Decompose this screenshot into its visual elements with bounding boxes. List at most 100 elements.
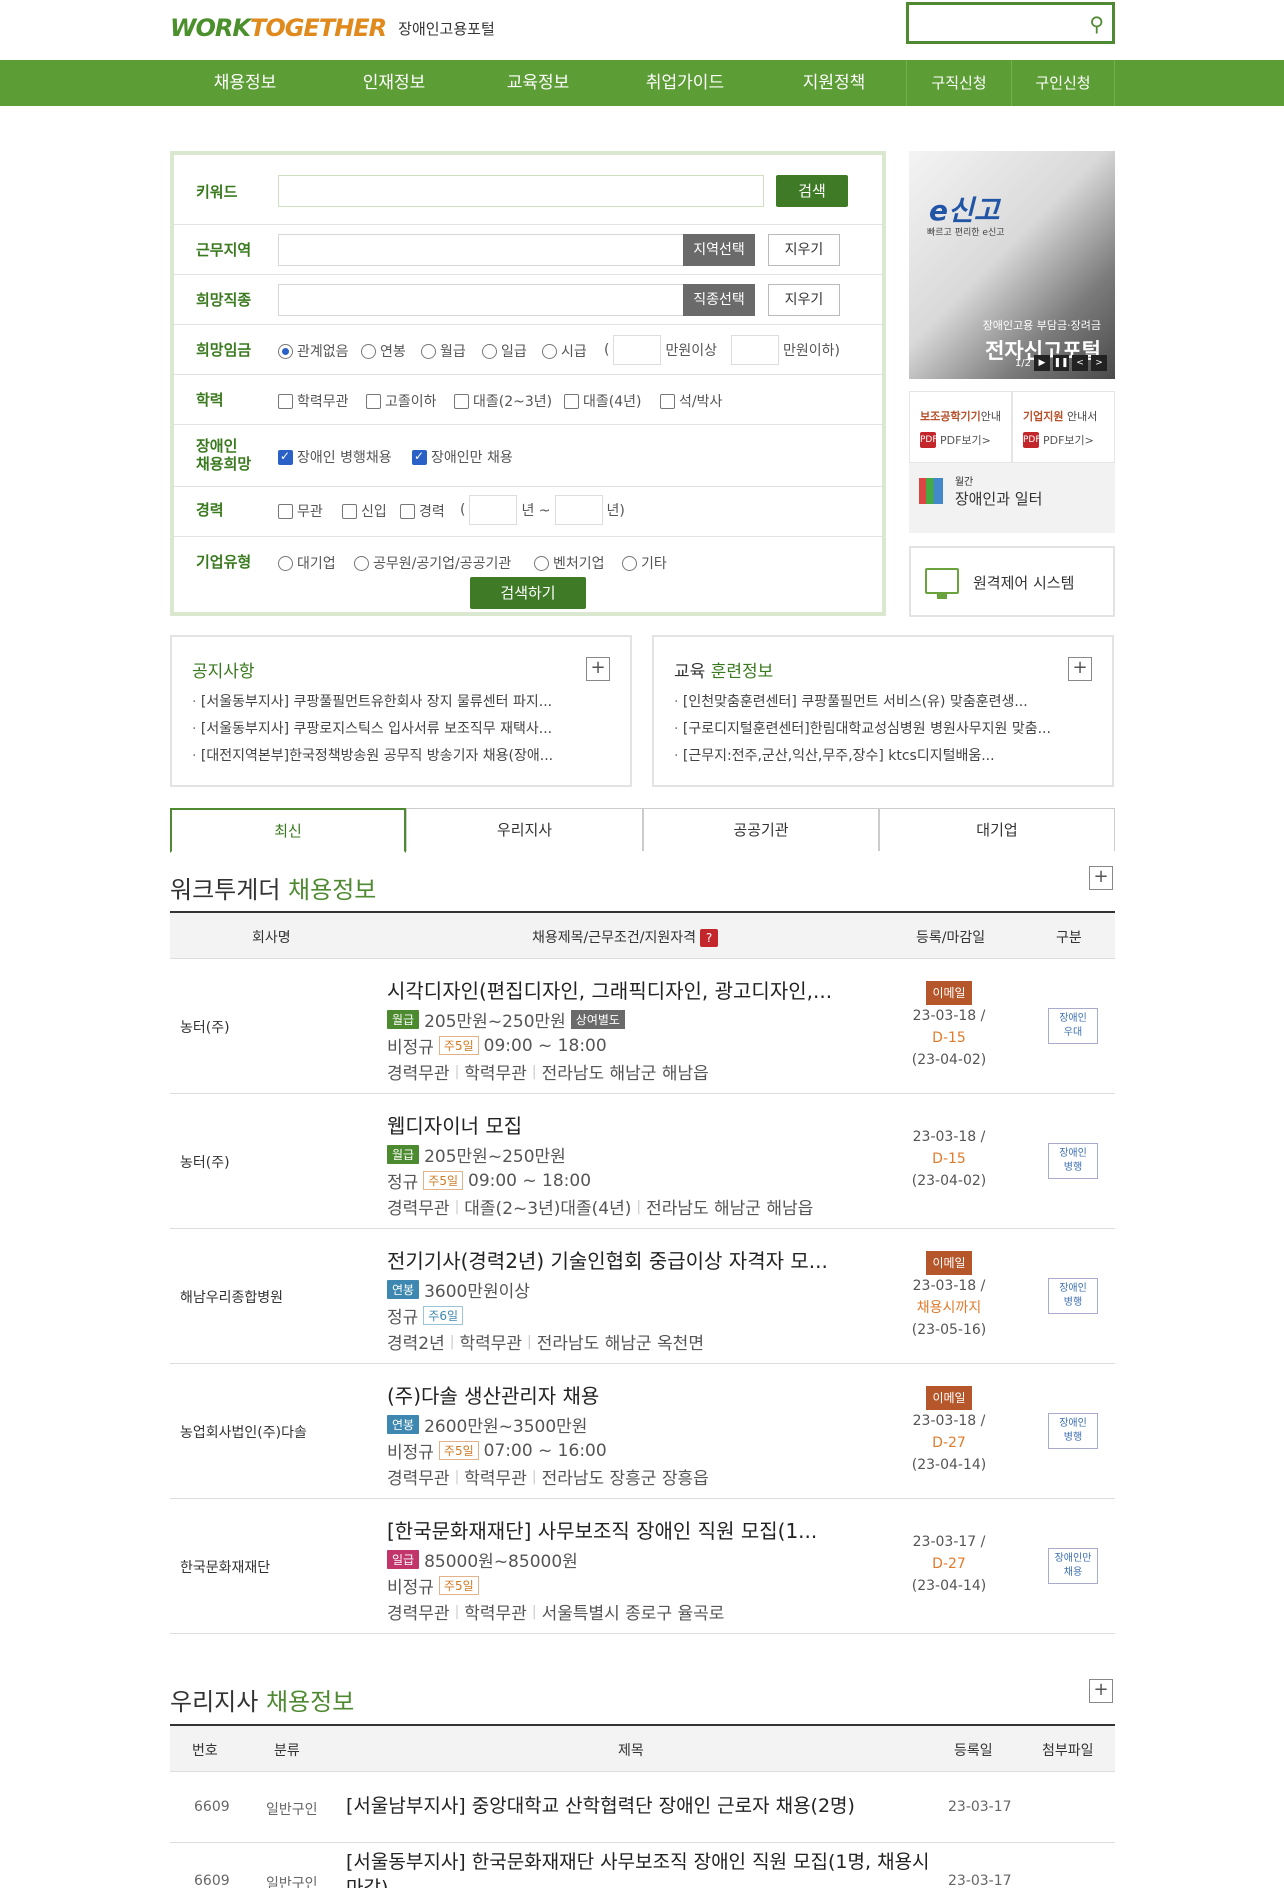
- job-company[interactable]: 한국문화재재단: [180, 1557, 270, 1577]
- job-title[interactable]: [한국문화재재단] 사무보조직 장애인 직원 모집(1...: [387, 1515, 817, 1544]
- job-type-input[interactable]: [278, 284, 686, 316]
- assistive-device-guide[interactable]: 보조공학기기안내 PDF PDF보기>: [909, 391, 1012, 463]
- nav-item-apply-hire[interactable]: 구인신청: [1012, 60, 1114, 106]
- job-company[interactable]: 해남우리종합병원: [180, 1287, 283, 1307]
- region-input[interactable]: [278, 234, 686, 266]
- next-icon[interactable]: >: [1091, 355, 1107, 371]
- prev-icon[interactable]: <: [1072, 355, 1088, 371]
- nav-item-guide[interactable]: 취업가이드: [608, 60, 762, 106]
- company-option-public[interactable]: 공무원/공기업/공공기관: [354, 553, 511, 573]
- career-option-any[interactable]: 무관: [278, 501, 323, 521]
- checkbox-icon: [366, 393, 381, 409]
- row-title[interactable]: [서울동부지사] 한국문화재재단 사무보조직 장애인 직원 모집(1명, 채용시…: [346, 1849, 946, 1888]
- job-company[interactable]: 농터(주): [180, 1017, 230, 1037]
- list-item[interactable]: [인천맞춤훈련센터] 쿠팡풀필먼트 서비스(유) 맞춤훈련생...: [674, 689, 1051, 716]
- plus-icon[interactable]: +: [1068, 657, 1092, 681]
- pdf-icon: PDF: [920, 432, 938, 448]
- edu-option-college[interactable]: 대졸(2~3년): [454, 391, 552, 411]
- site-search-input[interactable]: ⚲: [906, 2, 1115, 44]
- nav-item-apply-job[interactable]: 구직신청: [907, 60, 1011, 106]
- job-row[interactable]: 해남우리종합병원 전기기사(경력2년) 기술인협회 중급이상 자격자 모... 연봉…: [170, 1229, 1115, 1364]
- region-clear-button[interactable]: 지우기: [768, 234, 840, 266]
- play-icon[interactable]: ▶: [1034, 355, 1050, 371]
- job-title[interactable]: 웹디자이너 모집: [387, 1110, 522, 1139]
- disabled-option-parallel[interactable]: 장애인 병행채용: [278, 447, 392, 467]
- wage-option-monthly[interactable]: 월급: [421, 341, 466, 361]
- list-item[interactable]: [서울동부지사] 쿠팡풀필먼트유한회사 장지 물류센터 파지...: [192, 689, 553, 716]
- remote-control-banner[interactable]: 원격제어 시스템: [909, 546, 1115, 617]
- job-type-clear-button[interactable]: 지우기: [768, 284, 840, 316]
- work-days-badge: 주5일: [438, 1576, 479, 1595]
- tab-large-company[interactable]: 대기업: [879, 808, 1115, 851]
- wage-option-hourly[interactable]: 시급: [542, 341, 587, 361]
- job-type-select-button[interactable]: 직종선택: [683, 284, 755, 316]
- wage-min-input[interactable]: [613, 335, 662, 365]
- list-item[interactable]: [구로디지털훈련센터]한림대학교성심병원 병원사무지원 맞춤...: [674, 716, 1051, 743]
- job-title[interactable]: (주)다솔 생산관리자 채용: [387, 1380, 599, 1409]
- wage-option-daily[interactable]: 일급: [482, 341, 527, 361]
- job-row[interactable]: 농업회사법인(주)다솔 (주)다솔 생산관리자 채용 연봉 2600만원~3500만원…: [170, 1364, 1115, 1499]
- keyword-input[interactable]: [278, 175, 764, 207]
- esingo-banner[interactable]: e신고 빠르고 편리한 e신고 장애인고용 부담금·장려금 전자신고포털 1/2…: [909, 151, 1115, 379]
- submit-search-button[interactable]: 검색하기: [470, 577, 586, 609]
- company-option-large[interactable]: 대기업: [278, 553, 336, 573]
- plus-icon[interactable]: +: [1089, 866, 1113, 890]
- company-option-venture[interactable]: 벤처기업: [534, 553, 605, 573]
- job-row[interactable]: 농터(주) 웹디자이너 모집 월급 205만원~250만원 정규 주5일 09:00 ~ 1…: [170, 1094, 1115, 1229]
- job-title[interactable]: 시각디자인(편집디자인, 그래픽디자인, 광고디자인,...: [387, 975, 832, 1004]
- job-search-form: 키워드 검색 근무지역 지역선택 지우기 희망직종 직종선택 지우기 희망임금 …: [170, 151, 886, 616]
- company-support-guide[interactable]: 기업지원 안내서 PDF PDF보기>: [1012, 391, 1115, 463]
- keyword-search-button[interactable]: 검색: [776, 175, 848, 207]
- site-logo[interactable]: WORKTOGETHER 장애인고용포털: [170, 6, 495, 50]
- job-row[interactable]: 농터(주) 시각디자인(편집디자인, 그래픽디자인, 광고디자인,... 월급 205…: [170, 959, 1115, 1094]
- career-min-input[interactable]: [469, 495, 518, 525]
- nav-item-policy[interactable]: 지원정책: [762, 60, 906, 106]
- region-select-button[interactable]: 지역선택: [683, 234, 755, 266]
- plus-icon[interactable]: +: [1089, 1679, 1113, 1703]
- pdf-guides-banner: 보조공학기기안내 PDF PDF보기> 기업지원 안내서 PDF PDF보기> 월간…: [909, 391, 1115, 533]
- job-deadline: (23-04-14): [911, 1457, 987, 1473]
- tab-latest[interactable]: 최신: [170, 808, 406, 853]
- list-item[interactable]: [대전지역본부]한국정책방송원 공무직 방송기자 채용(장애...: [192, 743, 553, 770]
- job-qualification-line: 경력무관 | 학력무관 | 서울특별시 종로구 율곡로: [387, 1599, 724, 1625]
- monthly-magazine-link[interactable]: 월간 장애인과 일터: [919, 473, 1042, 508]
- nav-item-jobs[interactable]: 채용정보: [170, 60, 320, 106]
- employment-type: 비정규: [387, 1038, 434, 1058]
- job-company[interactable]: 농업회사법인(주)다솔: [180, 1422, 307, 1442]
- edu-option-graduate[interactable]: 석/박사: [660, 391, 722, 411]
- list-item[interactable]: [서울동부지사] 쿠팡로지스틱스 입사서류 보조직무 재택사...: [192, 716, 553, 743]
- career-max-input[interactable]: [554, 495, 603, 525]
- nav-item-talent[interactable]: 인재정보: [320, 60, 468, 106]
- table-row[interactable]: 6609 일반구인 [서울동부지사] 한국문화재재단 사무보조직 장애인 직원 …: [170, 1843, 1115, 1888]
- job-company[interactable]: 농터(주): [180, 1152, 230, 1172]
- disabled-option-only[interactable]: 장애인만 채용: [412, 447, 513, 467]
- wage-option-any[interactable]: 관계없음: [278, 341, 349, 361]
- search-icon[interactable]: ⚲: [1089, 12, 1104, 36]
- help-icon[interactable]: ?: [700, 929, 718, 947]
- wage-option-annual[interactable]: 연봉: [361, 341, 406, 361]
- edu-option-university[interactable]: 대졸(4년): [564, 391, 641, 411]
- edu-option-highschool[interactable]: 고졸이하: [366, 391, 437, 411]
- row-title[interactable]: [서울남부지사] 중앙대학교 산학협력단 장애인 근로자 채용(2명): [346, 1793, 946, 1819]
- career-option-new[interactable]: 신입: [342, 501, 387, 521]
- wage-max-input[interactable]: [731, 335, 779, 365]
- job-education: 학력무관: [464, 1469, 527, 1489]
- tab-public[interactable]: 공공기관: [643, 808, 879, 851]
- edu-option-any[interactable]: 학력무관: [278, 391, 349, 411]
- nav-item-education[interactable]: 교육정보: [468, 60, 608, 106]
- pay-type-badge: 연봉: [387, 1415, 420, 1434]
- pause-icon[interactable]: ❚❚: [1053, 355, 1069, 371]
- wage-label: 희망임금: [196, 341, 252, 359]
- job-title[interactable]: 전기기사(경력2년) 기술인협회 중급이상 자격자 모...: [387, 1245, 828, 1274]
- tab-branch[interactable]: 우리지사: [406, 808, 643, 851]
- remote-control-label: 원격제어 시스템: [973, 574, 1075, 592]
- plus-icon[interactable]: +: [586, 657, 610, 681]
- notice-box: 공지사항 + [서울동부지사] 쿠팡풀필먼트유한회사 장지 물류센터 파지...…: [170, 635, 632, 787]
- company-option-other[interactable]: 기타: [622, 553, 667, 573]
- checkbox-icon: [342, 503, 357, 519]
- table-row[interactable]: 6609 일반구인 [서울남부지사] 중앙대학교 산학협력단 장애인 근로자 채…: [170, 1773, 1115, 1843]
- job-row[interactable]: 한국문화재재단 [한국문화재재단] 사무보조직 장애인 직원 모집(1... 일급 8…: [170, 1499, 1115, 1634]
- list-item[interactable]: [근무지:전주,군산,익산,무주,장수] ktcs디지털배움...: [674, 743, 1051, 770]
- job-reg-date: 23-03-17 /: [912, 1534, 986, 1550]
- career-option-experienced[interactable]: 경력: [400, 501, 445, 521]
